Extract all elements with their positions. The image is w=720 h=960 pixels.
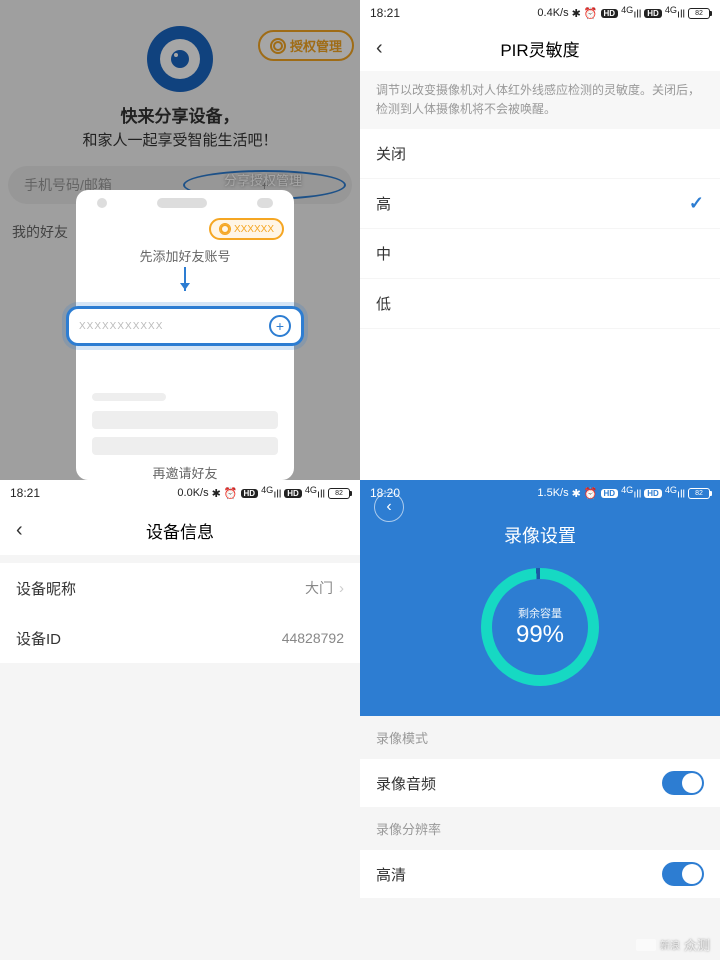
storage-ring: 剩余容量 99% — [481, 568, 599, 686]
bluetooth-icon: ✱ — [572, 487, 581, 500]
status-speed: 0.0K/s — [177, 487, 208, 499]
nav-bar: ‹ PIR灵敏度 — [360, 26, 720, 71]
tutorial-step1: 先添加好友账号 — [76, 246, 294, 265]
alarm-icon: ⏰ — [584, 7, 598, 20]
status-bar: 18:20 1.5K/s ✱ ⏰ HD 4Gıll HD 4Gıll 82 — [360, 480, 720, 506]
signal-icon: 4Gıll — [665, 5, 685, 21]
share-title: 快来分享设备， — [121, 102, 240, 127]
hd-icon: HD — [601, 9, 619, 18]
signal-icon: 4Gıll — [621, 5, 641, 21]
tutorial-add-button[interactable]: + — [269, 315, 291, 337]
arrow-down-icon — [184, 267, 186, 291]
back-button[interactable]: ‹ — [376, 37, 400, 60]
camera-icon — [147, 26, 213, 92]
tutorial-overlay: XXXXXX 先添加好友账号 XXXXXXXXXXX + 再邀请好友 — [76, 190, 294, 480]
battery-icon: 82 — [328, 488, 350, 499]
share-subtitle: 和家人一起享受智能生活吧！ — [82, 129, 277, 150]
page-title: 录像设置 — [360, 506, 720, 548]
status-bar: 18:21 0.0K/s ✱ ⏰ HD 4Gıll HD 4Gıll 82 — [0, 480, 360, 506]
battery-icon: 82 — [688, 488, 710, 499]
nav-bar: ‹ 设备信息 — [0, 506, 360, 555]
hd-icon: HD — [601, 489, 619, 498]
chevron-right-icon: › — [339, 580, 344, 597]
check-icon: ✓ — [689, 193, 704, 214]
auth-label: 授权管理 — [290, 36, 342, 55]
page-title: PIR灵敏度 — [400, 36, 704, 61]
watermark-logo-icon — [636, 939, 656, 951]
hd-icon: HD — [241, 489, 259, 498]
hd-icon: HD — [284, 489, 302, 498]
status-time: 18:21 — [10, 486, 40, 500]
share-auth-label: 分享授权管理 — [224, 170, 302, 189]
tutorial-chip: XXXXXX — [209, 218, 284, 240]
hd-row[interactable]: 高清 — [360, 850, 720, 898]
status-speed: 1.5K/s — [537, 487, 568, 499]
audio-label: 录像音频 — [376, 773, 436, 794]
bluetooth-icon: ✱ — [572, 7, 581, 20]
signal-icon: 4Gıll — [261, 485, 281, 501]
hd-icon: HD — [644, 9, 662, 18]
back-button[interactable]: ‹ — [16, 519, 40, 542]
pir-option-high[interactable]: 高✓ — [360, 179, 720, 229]
alarm-icon: ⏰ — [584, 487, 598, 500]
section-recording-mode: 录像模式 — [360, 716, 720, 759]
hd-toggle[interactable] — [662, 862, 704, 886]
battery-icon: 82 — [688, 8, 710, 19]
hd-label: 高清 — [376, 864, 406, 885]
pir-description: 调节以改变摄像机对人体红外线感应检测的灵敏度。关闭后，检测到人体摄像机将不会被唤… — [360, 71, 720, 129]
signal-icon: 4Gıll — [305, 485, 325, 501]
storage-label: 剩余容量 — [516, 605, 564, 621]
storage-value: 99% — [516, 621, 564, 649]
tutorial-input[interactable]: XXXXXXXXXXX + — [66, 306, 304, 346]
recording-audio-row[interactable]: 录像音频 — [360, 759, 720, 807]
status-time: 18:21 — [370, 6, 400, 20]
status-bar: 18:21 0.4K/s ✱ ⏰ HD 4Gıll HD 4Gıll 82 — [360, 0, 720, 26]
pir-option-off[interactable]: 关闭 — [360, 129, 720, 179]
nickname-label: 设备昵称 — [16, 578, 76, 599]
auth-badge[interactable]: 授权管理 — [258, 30, 354, 61]
pir-option-medium[interactable]: 中 — [360, 229, 720, 279]
watermark: 新浪 众测 — [636, 935, 710, 954]
bluetooth-icon: ✱ — [212, 487, 221, 500]
id-label: 设备ID — [16, 628, 61, 649]
pir-option-low[interactable]: 低 — [360, 279, 720, 329]
tutorial-step2: 再邀请好友 — [76, 463, 294, 480]
id-value: 44828792 — [282, 630, 344, 646]
signal-icon: 4Gıll — [665, 485, 685, 501]
alarm-icon: ⏰ — [224, 487, 238, 500]
hd-icon: HD — [644, 489, 662, 498]
ring-icon — [270, 38, 286, 54]
nickname-value: 大门 — [305, 578, 333, 598]
back-button[interactable]: ‹ — [374, 492, 404, 522]
audio-toggle[interactable] — [662, 771, 704, 795]
signal-icon: 4Gıll — [621, 485, 641, 501]
device-nickname-row[interactable]: 设备昵称 大门 › — [0, 563, 360, 613]
status-speed: 0.4K/s — [537, 7, 568, 19]
section-resolution: 录像分辨率 — [360, 807, 720, 850]
page-title: 设备信息 — [40, 518, 344, 543]
device-id-row: 设备ID 44828792 — [0, 613, 360, 663]
